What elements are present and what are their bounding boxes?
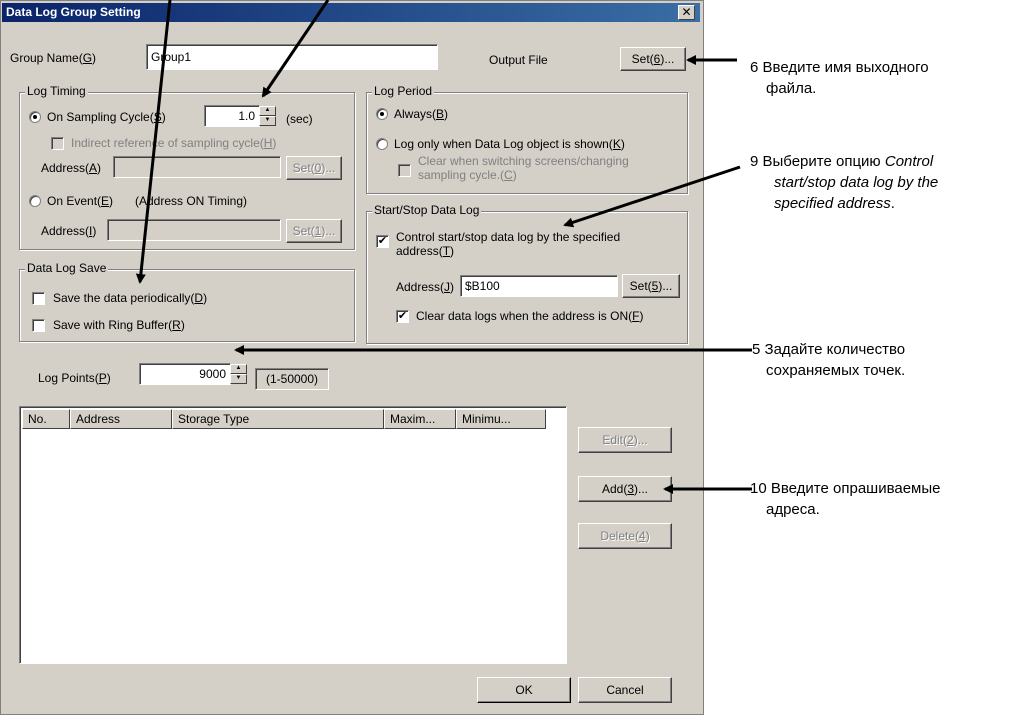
annotation-5-line-2: сохраняемых точек. — [766, 362, 906, 379]
annotation-6-line-2: файла. — [766, 80, 817, 97]
annotation-9-line-1: 9 Выберите опцию Control — [750, 153, 934, 170]
annotation-9-line-3: specified address. — [774, 195, 895, 212]
annotation-10-line-1: 10 Введите опрашиваемые — [750, 480, 941, 497]
arrow-to-control-start-stop — [563, 165, 741, 228]
arrow-to-data-log-save — [135, 0, 172, 284]
annotation-5-line-1: 5 Задайте количество — [752, 341, 906, 358]
annotation-6-line-1: 6 Введите имя выходного — [750, 59, 929, 76]
annotation-9-line-2: start/stop data log by the — [774, 174, 939, 191]
annotation-10-line-2: адреса. — [766, 501, 820, 518]
arrow-to-sampling-cycle — [261, 0, 330, 98]
